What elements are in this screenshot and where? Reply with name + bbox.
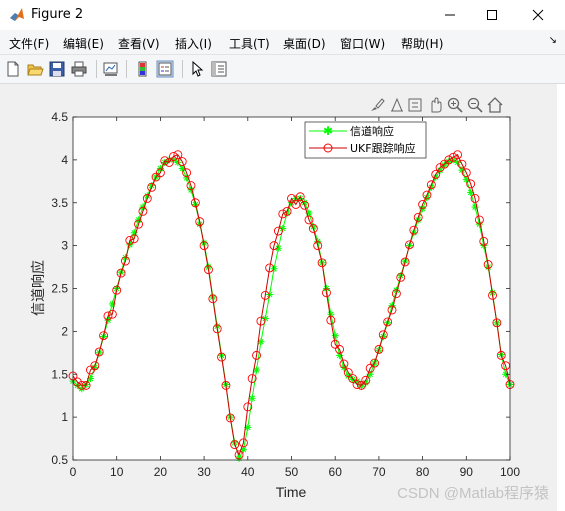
insert-colorbar-icon[interactable] <box>134 60 152 78</box>
minimize-button[interactable] <box>427 0 473 30</box>
toolbar-separator <box>96 60 97 78</box>
y-tick-label: 3 <box>61 239 68 253</box>
menu-overflow-icon[interactable]: ↘ <box>549 35 557 46</box>
close-button[interactable] <box>515 0 561 30</box>
x-tick-label: 80 <box>416 465 430 479</box>
y-tick-label: 1.5 <box>51 367 68 381</box>
x-tick-label: 10 <box>110 465 124 479</box>
menu-bar: 文件(F) 编辑(E) 查看(V) 插入(I) 工具(T) 桌面(D) 窗口(W… <box>0 30 565 55</box>
y-tick-label: 3.5 <box>51 196 68 210</box>
menu-view[interactable]: 查看(V) <box>118 35 160 52</box>
menu-desktop[interactable]: 桌面(D) <box>283 35 326 52</box>
maximize-button[interactable] <box>469 0 515 30</box>
maximize-icon <box>487 10 497 20</box>
toolbar-separator <box>126 60 127 78</box>
y-tick-label: 2.5 <box>51 282 68 296</box>
select-pointer-icon[interactable] <box>188 60 206 78</box>
matlab-logo-icon <box>10 8 24 21</box>
print-icon[interactable] <box>70 60 88 78</box>
menu-help[interactable]: 帮助(H) <box>401 35 443 52</box>
close-icon <box>532 9 544 21</box>
y-tick-label: 4.5 <box>51 110 68 124</box>
x-tick-label: 50 <box>285 465 299 479</box>
y-tick-label: 0.5 <box>51 453 68 467</box>
watermark: CSDN @Matlab程序猿 <box>397 485 549 502</box>
menu-file[interactable]: 文件(F) <box>9 35 49 52</box>
x-tick-label: 0 <box>70 465 77 479</box>
property-inspector-icon[interactable] <box>210 60 228 78</box>
new-figure-icon[interactable] <box>4 60 22 78</box>
insert-legend-icon[interactable] <box>156 60 174 78</box>
window-title: Figure 2 <box>31 7 84 22</box>
figure-toolbar <box>0 55 565 84</box>
menu-edit[interactable]: 编辑(E) <box>63 35 104 52</box>
menu-window[interactable]: 窗口(W) <box>340 35 385 52</box>
x-tick-label: 40 <box>241 465 255 479</box>
x-tick-label: 60 <box>329 465 343 479</box>
toolbar-separator <box>182 60 183 78</box>
window-titlebar: Figure 2 <box>0 0 565 31</box>
link-plot-icon[interactable] <box>102 60 120 78</box>
line-chart[interactable]: 0 10 20 30 40 50 60 70 80 90 100 0.5 1 1.5 2 2.5 3 3.5 4 4.… <box>0 84 557 511</box>
legend-marker-channel: ✱ <box>323 124 333 138</box>
menu-tools[interactable]: 工具(T) <box>229 35 270 52</box>
y-tick-label: 2 <box>61 324 68 338</box>
legend[interactable]: ✱ 信道响应 UKF跟踪响应 <box>304 121 427 159</box>
open-file-icon[interactable] <box>26 60 44 78</box>
legend-label-ukf: UKF跟踪响应 <box>350 141 416 155</box>
y-axis-label: 信道响应 <box>30 260 46 316</box>
x-tick-label: 90 <box>460 465 474 479</box>
menu-insert[interactable]: 插入(I) <box>175 35 212 52</box>
x-tick-label: 20 <box>154 465 168 479</box>
window-edge <box>557 84 565 511</box>
x-tick-label: 30 <box>197 465 211 479</box>
x-axis-label: Time <box>276 484 307 500</box>
y-tick-label: 1 <box>61 410 68 424</box>
minimize-icon <box>445 14 455 16</box>
x-tick-label: 70 <box>372 465 386 479</box>
save-icon[interactable] <box>48 60 66 78</box>
x-tick-label: 100 <box>500 465 520 479</box>
y-tick-label: 4 <box>61 153 68 167</box>
legend-label-channel: 信道响应 <box>350 124 394 138</box>
